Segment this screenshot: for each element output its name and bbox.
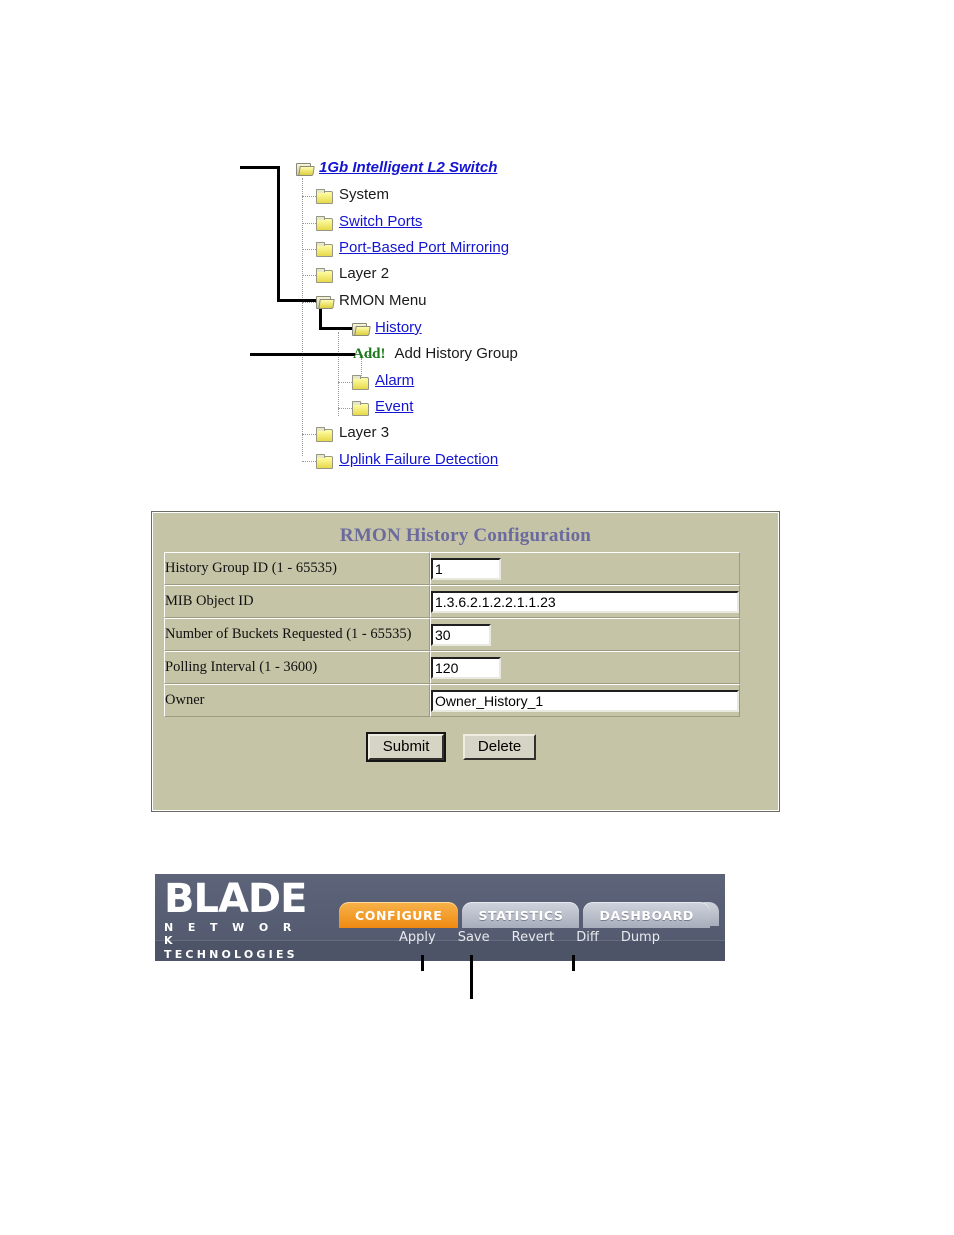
number-of-buckets-requested-input[interactable] bbox=[431, 623, 491, 646]
tree-rail-level2 bbox=[338, 332, 339, 416]
closed-folder-icon bbox=[316, 453, 333, 469]
table-row: History Group ID (1 - 65535) bbox=[164, 552, 740, 585]
tab-strip: CONFIGURE STATISTICS DASHBOARD bbox=[339, 900, 714, 928]
callout-line-save bbox=[470, 955, 473, 999]
tree-item-layer-3[interactable]: Layer 3 bbox=[316, 421, 389, 445]
blade-navigation-banner: BLADE N E T W O R K TECHNOLOGIES CONFIGU… bbox=[155, 874, 725, 961]
tree-item-system[interactable]: System bbox=[316, 183, 389, 207]
tree-item-label: Event bbox=[375, 398, 414, 415]
open-folder-icon bbox=[316, 295, 332, 309]
tab-dashboard[interactable]: DASHBOARD bbox=[583, 902, 710, 928]
owner-input[interactable] bbox=[431, 689, 739, 712]
config-table: History Group ID (1 - 65535) MIB Object … bbox=[164, 552, 740, 717]
add-bang-icon: Add! bbox=[353, 346, 386, 362]
closed-folder-icon bbox=[316, 267, 333, 283]
tree-item-layer-2[interactable]: Layer 2 bbox=[316, 262, 389, 286]
mib-object-id-input[interactable] bbox=[431, 590, 739, 613]
polling-interval-input[interactable] bbox=[431, 656, 501, 679]
tree-item-rmon-menu[interactable]: RMON Menu bbox=[316, 289, 427, 313]
tab-configure[interactable]: CONFIGURE bbox=[339, 902, 459, 928]
tree-stub-layer3 bbox=[302, 434, 316, 435]
tree-item-label: RMON Menu bbox=[339, 292, 427, 309]
tree-item-event[interactable]: Event bbox=[352, 395, 413, 419]
field-cell bbox=[430, 684, 740, 717]
tree-item-label: Layer 3 bbox=[339, 424, 390, 441]
tree-item-uplink-failure-detection[interactable]: Uplink Failure Detection bbox=[316, 448, 498, 472]
field-cell bbox=[430, 585, 740, 618]
field-label: Number of Buckets Requested (1 - 65535) bbox=[164, 618, 430, 651]
delete-button[interactable]: Delete bbox=[462, 734, 537, 760]
logo-wordmark: BLADE bbox=[164, 876, 307, 922]
tree-stub-uplink bbox=[302, 461, 316, 462]
tree-item-label: Add History Group bbox=[394, 345, 518, 362]
tree-item-label: System bbox=[339, 186, 390, 203]
field-label: Polling Interval (1 - 3600) bbox=[164, 651, 430, 684]
field-cell bbox=[430, 552, 740, 585]
tree-stub-switch-ports bbox=[302, 223, 316, 224]
closed-folder-icon bbox=[316, 426, 333, 442]
tree-item-alarm[interactable]: Alarm bbox=[352, 369, 414, 393]
closed-folder-icon bbox=[316, 215, 333, 231]
diff-link[interactable]: Diff bbox=[576, 930, 599, 945]
callout-line-diff bbox=[572, 955, 575, 971]
table-row: Number of Buckets Requested (1 - 65535) bbox=[164, 618, 740, 651]
tree-item-label: Uplink Failure Detection bbox=[339, 451, 499, 468]
tree-item-label: 1Gb Intelligent L2 Switch bbox=[319, 159, 498, 176]
open-folder-icon bbox=[296, 162, 312, 176]
field-cell bbox=[430, 651, 740, 684]
submit-button[interactable]: Submit bbox=[365, 732, 447, 762]
tree-item-port-based-port-mirroring[interactable]: Port-Based Port Mirroring bbox=[316, 236, 509, 260]
tree-item-add-history-group[interactable]: Add! Add History Group bbox=[353, 342, 518, 366]
rmon-history-configuration-panel: RMON History Configuration History Group… bbox=[151, 511, 780, 812]
tree-item-label: History bbox=[375, 319, 422, 336]
save-link[interactable]: Save bbox=[458, 930, 490, 945]
tree-item-history[interactable]: History bbox=[352, 316, 422, 340]
tree-item-root[interactable]: 1Gb Intelligent L2 Switch bbox=[296, 156, 497, 180]
table-row: Owner bbox=[164, 684, 740, 717]
tab-statistics[interactable]: STATISTICS bbox=[462, 902, 580, 928]
apply-link[interactable]: Apply bbox=[399, 930, 436, 945]
field-cell bbox=[430, 618, 740, 651]
closed-folder-icon bbox=[352, 374, 369, 390]
callout-line-add-history bbox=[250, 353, 355, 356]
callout-line-root-horizontal bbox=[240, 166, 280, 169]
field-label: History Group ID (1 - 65535) bbox=[164, 552, 430, 585]
config-panel-inner: RMON History Configuration History Group… bbox=[164, 523, 767, 800]
callout-line-apply bbox=[421, 955, 424, 971]
tree-item-label: Switch Ports bbox=[339, 213, 423, 230]
callout-line-root-vertical bbox=[277, 166, 280, 302]
navigation-tree: 1Gb Intelligent L2 Switch System Switch … bbox=[240, 150, 660, 480]
tree-item-label: Port-Based Port Mirroring bbox=[339, 239, 510, 256]
closed-folder-icon bbox=[316, 188, 333, 204]
page-title: RMON History Configuration bbox=[339, 525, 592, 546]
closed-folder-icon bbox=[352, 400, 369, 416]
tree-stub-system bbox=[302, 196, 316, 197]
table-row: MIB Object ID bbox=[164, 585, 740, 618]
tree-stub-rmon bbox=[302, 302, 316, 303]
button-row: Submit Delete bbox=[164, 717, 740, 762]
tree-stub-alarm bbox=[338, 382, 352, 383]
tree-item-label: Alarm bbox=[375, 372, 415, 389]
tree-stub-port-mirroring bbox=[302, 249, 316, 250]
blade-logo: BLADE N E T W O R K TECHNOLOGIES bbox=[164, 876, 307, 961]
callout-line-history-horizontal bbox=[319, 327, 353, 330]
dump-link[interactable]: Dump bbox=[621, 930, 660, 945]
tree-rail-level1 bbox=[302, 178, 303, 456]
tree-stub-event bbox=[338, 408, 352, 409]
action-links: Apply Save Revert Diff Dump bbox=[399, 930, 660, 945]
tree-item-label: Layer 2 bbox=[339, 265, 390, 282]
table-row: Polling Interval (1 - 3600) bbox=[164, 651, 740, 684]
field-label: Owner bbox=[164, 684, 430, 717]
revert-link[interactable]: Revert bbox=[512, 930, 555, 945]
closed-folder-icon bbox=[316, 241, 333, 257]
field-label: MIB Object ID bbox=[164, 585, 430, 618]
logo-subtitle-technologies: TECHNOLOGIES bbox=[164, 948, 298, 961]
logo-subtitle-network: N E T W O R K bbox=[164, 921, 297, 947]
tree-item-switch-ports[interactable]: Switch Ports bbox=[316, 210, 422, 234]
open-folder-icon bbox=[352, 322, 368, 336]
tree-stub-layer2 bbox=[302, 275, 316, 276]
history-group-id-input[interactable] bbox=[431, 557, 501, 580]
